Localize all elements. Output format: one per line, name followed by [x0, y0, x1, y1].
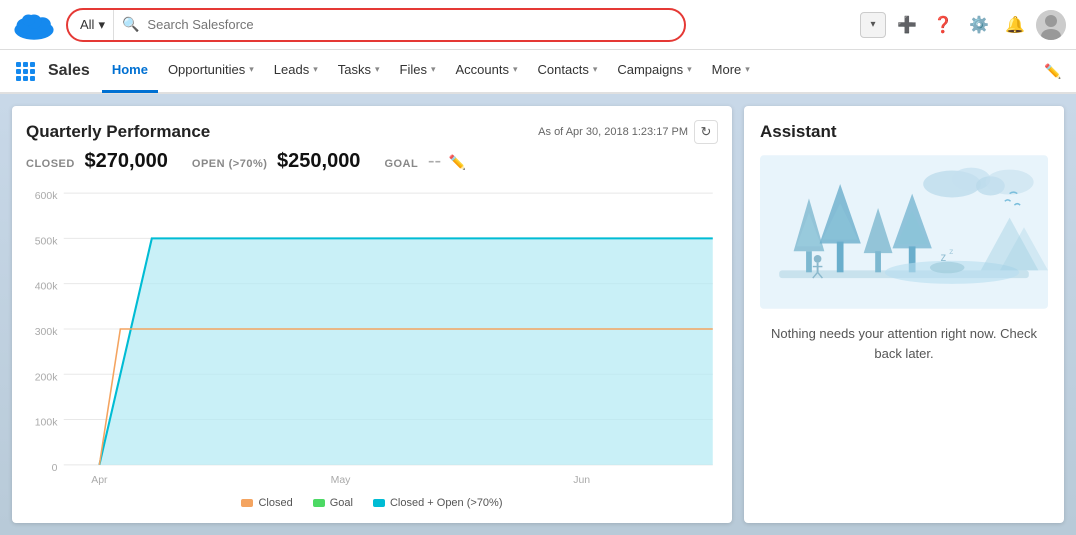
legend-closed-open-color — [373, 499, 385, 507]
search-dropdown-arrow: ▾ — [98, 17, 105, 33]
nav-item-accounts[interactable]: Accounts ▾ — [446, 49, 528, 93]
svg-text:0: 0 — [52, 463, 58, 474]
nav-item-tasks[interactable]: Tasks ▾ — [328, 49, 390, 93]
nav-edit-icon[interactable]: ✏️ — [1038, 56, 1068, 86]
closed-label: CLOSED — [26, 158, 75, 170]
nav-item-home[interactable]: Home — [102, 49, 158, 93]
svg-text:600k: 600k — [35, 191, 59, 202]
search-all-button[interactable]: All ▾ — [68, 10, 114, 40]
nav-item-files[interactable]: Files ▾ — [390, 49, 446, 93]
assistant-card: Assistant — [744, 106, 1064, 523]
assistant-title: Assistant — [760, 122, 837, 142]
assistant-illustration: z z — [760, 152, 1048, 312]
legend-closed-open-label: Closed + Open (>70%) — [390, 497, 503, 509]
add-icon[interactable]: ➕ — [892, 10, 922, 40]
closed-metric: CLOSED $270,000 — [26, 150, 168, 173]
chart-date-text: As of Apr 30, 2018 1:23:17 PM — [538, 126, 688, 138]
nav-item-files-label: Files — [400, 62, 427, 77]
nav-dropdown-button[interactable]: ▾ — [860, 12, 886, 38]
help-icon[interactable]: ❓ — [928, 10, 958, 40]
refresh-button[interactable]: ↻ — [694, 120, 718, 144]
contacts-chevron: ▾ — [593, 64, 598, 75]
nav-item-more[interactable]: More ▾ — [702, 49, 760, 93]
nav-item-tasks-label: Tasks — [338, 62, 371, 77]
goal-edit-icon[interactable]: ✏️ — [449, 154, 466, 170]
opportunities-chevron: ▾ — [249, 64, 254, 75]
chart-metrics: CLOSED $270,000 OPEN (>70%) $250,000 GOA… — [26, 150, 718, 173]
chart-legend: Closed Goal Closed + Open (>70%) — [26, 497, 718, 509]
top-bar-actions: ▾ ➕ ❓ ⚙️ 🔔 — [860, 10, 1066, 40]
svg-text:100k: 100k — [35, 418, 59, 429]
files-chevron: ▾ — [431, 64, 436, 75]
leads-chevron: ▾ — [313, 64, 318, 75]
search-icon: 🔍 — [114, 16, 147, 33]
svg-text:Apr: Apr — [91, 475, 108, 486]
top-bar: All ▾ 🔍 ▾ ➕ ❓ ⚙️ 🔔 — [0, 0, 1076, 50]
open-label: OPEN (>70%) — [192, 158, 268, 170]
svg-text:200k: 200k — [35, 372, 59, 383]
nav-item-contacts-label: Contacts — [538, 62, 589, 77]
nav-item-campaigns[interactable]: Campaigns ▾ — [607, 49, 701, 93]
nav-brand[interactable]: Sales — [48, 62, 90, 80]
chart-title: Quarterly Performance — [26, 122, 210, 142]
more-chevron: ▾ — [745, 64, 750, 75]
tasks-chevron: ▾ — [375, 64, 380, 75]
svg-text:z: z — [940, 252, 946, 264]
campaigns-chevron: ▾ — [687, 64, 692, 75]
nav-item-more-label: More — [712, 62, 742, 77]
legend-closed-open: Closed + Open (>70%) — [373, 497, 503, 509]
user-avatar[interactable] — [1036, 10, 1066, 40]
nav-item-campaigns-label: Campaigns — [617, 62, 683, 77]
svg-text:May: May — [331, 475, 352, 486]
chart-header: Quarterly Performance As of Apr 30, 2018… — [26, 120, 718, 144]
goal-value: -- — [428, 150, 441, 172]
nav-item-home-label: Home — [112, 62, 148, 77]
chart-date: As of Apr 30, 2018 1:23:17 PM ↻ — [538, 120, 718, 144]
open-metric: OPEN (>70%) $250,000 — [192, 150, 361, 173]
legend-closed: Closed — [241, 497, 292, 509]
svg-text:z: z — [949, 246, 953, 256]
nav-item-leads[interactable]: Leads ▾ — [264, 49, 328, 93]
goal-metric: GOAL -- ✏️ — [384, 150, 466, 173]
nav-item-contacts[interactable]: Contacts ▾ — [528, 49, 608, 93]
goal-label: GOAL — [384, 158, 418, 170]
app-launcher-icon[interactable] — [8, 54, 42, 88]
open-value: $250,000 — [277, 150, 360, 172]
svg-text:400k: 400k — [35, 282, 59, 293]
nav-item-opportunities-label: Opportunities — [168, 62, 245, 77]
nav-item-accounts-label: Accounts — [456, 62, 509, 77]
main-content: Quarterly Performance As of Apr 30, 2018… — [0, 94, 1076, 535]
settings-icon[interactable]: ⚙️ — [964, 10, 994, 40]
accounts-chevron: ▾ — [513, 64, 518, 75]
search-input[interactable] — [147, 17, 684, 32]
closed-value: $270,000 — [84, 150, 167, 172]
svg-text:500k: 500k — [35, 237, 59, 248]
svg-text:Jun: Jun — [573, 475, 590, 486]
chart-svg: 600k 500k 400k 300k 200k 100k 0 Apr May … — [26, 181, 718, 493]
nav-bar: Sales Home Opportunities ▾ Leads ▾ Tasks… — [0, 50, 1076, 94]
svg-text:300k: 300k — [35, 327, 59, 338]
chart-area: 600k 500k 400k 300k 200k 100k 0 Apr May … — [26, 181, 718, 493]
notifications-icon[interactable]: 🔔 — [1000, 10, 1030, 40]
legend-goal-label: Goal — [330, 497, 353, 509]
assistant-text: Nothing needs your attention right now. … — [760, 324, 1048, 363]
legend-closed-label: Closed — [258, 497, 292, 509]
chart-card: Quarterly Performance As of Apr 30, 2018… — [12, 106, 732, 523]
legend-goal-color — [313, 499, 325, 507]
logo[interactable] — [10, 7, 58, 43]
search-all-label: All — [80, 17, 94, 32]
nav-item-opportunities[interactable]: Opportunities ▾ — [158, 49, 264, 93]
search-bar[interactable]: All ▾ 🔍 — [66, 8, 686, 42]
legend-goal: Goal — [313, 497, 353, 509]
nav-item-leads-label: Leads — [274, 62, 309, 77]
legend-closed-color — [241, 499, 253, 507]
